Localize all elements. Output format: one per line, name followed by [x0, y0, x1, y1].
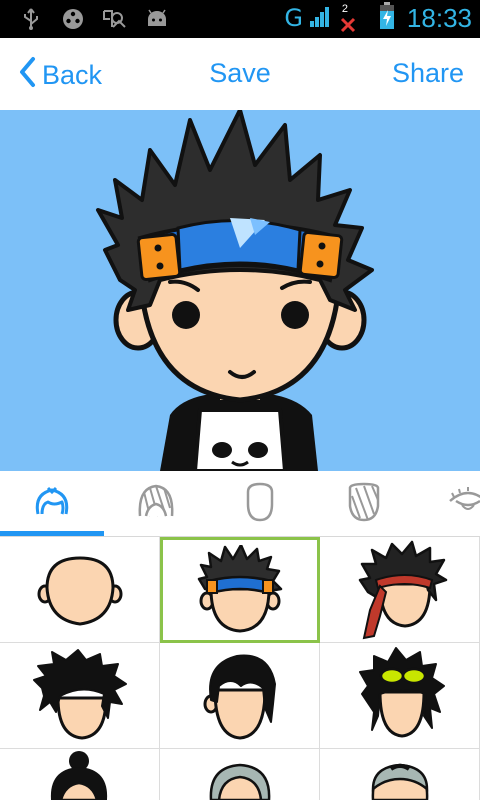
tab-hair-style[interactable] — [104, 471, 208, 537]
save-button[interactable]: Save — [209, 58, 271, 88]
beard-icon — [346, 482, 382, 526]
clock: 18:33 — [406, 2, 472, 33]
hair-option-bald[interactable] — [0, 537, 160, 643]
hair-option-side-part[interactable] — [160, 643, 320, 749]
face-shape-icon — [242, 482, 278, 526]
hair-options-grid — [0, 537, 480, 800]
hair-icon — [32, 484, 72, 524]
wild-black-thumbnail — [32, 649, 127, 740]
messy-bandana-thumbnail — [358, 540, 447, 639]
eye-icon — [448, 487, 480, 521]
share-button[interactable]: Share — [392, 58, 464, 89]
bald-head-thumbnail — [37, 555, 122, 626]
side-part-thumbnail — [203, 654, 276, 740]
notification-count: 2 — [341, 3, 349, 15]
hair-option-long-goggles[interactable] — [320, 643, 480, 749]
hair-option-gray-receding[interactable] — [160, 749, 320, 800]
spiky-headband-thumbnail — [197, 545, 283, 633]
gray-short-thumbnail — [371, 763, 428, 800]
tab-hair[interactable] — [0, 471, 104, 537]
battery-icon — [379, 2, 395, 34]
no-data-icon: 2 — [337, 3, 359, 33]
tab-eyes[interactable] — [416, 471, 480, 537]
usb-icon — [18, 6, 44, 32]
hair-striped-icon — [136, 482, 176, 526]
tab-indicator — [0, 531, 104, 536]
app-icon — [102, 6, 128, 32]
hair-option-messy-bandana[interactable] — [320, 537, 480, 643]
gray-receding-thumbnail — [209, 763, 270, 800]
media-icon — [60, 6, 86, 32]
hair-option-wild-black[interactable] — [0, 643, 160, 749]
signal-icon — [309, 4, 331, 32]
back-button[interactable]: Back — [18, 56, 102, 95]
network-type: G — [284, 4, 303, 32]
hair-option-spiky-headband[interactable] — [160, 537, 320, 643]
action-bar: Back Save Share — [0, 38, 480, 110]
android-icon — [144, 6, 170, 32]
tab-beard[interactable] — [312, 471, 416, 537]
avatar-preview — [0, 110, 480, 471]
back-label: Back — [42, 60, 103, 90]
tab-face[interactable] — [208, 471, 312, 537]
chevron-left-icon — [18, 56, 36, 95]
status-bar: G 2 18:33 — [0, 0, 480, 38]
avatar-illustration — [96, 110, 374, 471]
category-tabs — [0, 471, 480, 537]
bun-thumbnail — [50, 751, 107, 800]
long-goggles-thumbnail — [358, 646, 445, 738]
hair-option-gray-short[interactable] — [320, 749, 480, 800]
hair-option-bun[interactable] — [0, 749, 160, 800]
